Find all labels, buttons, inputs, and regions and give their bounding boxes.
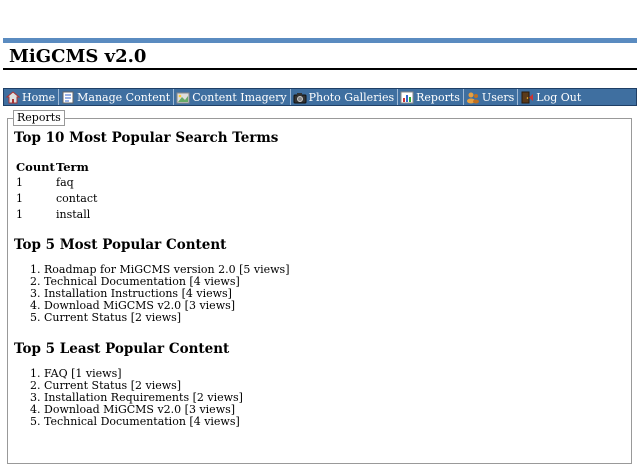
table-row: 1 contact (16, 190, 97, 206)
nav-photo-galleries-label: Photo Galleries (308, 90, 395, 104)
document-icon (61, 91, 75, 104)
nav-home-label: Home (22, 90, 56, 104)
users-icon (466, 91, 480, 104)
term-cell: faq (56, 175, 74, 189)
chart-icon (400, 91, 414, 104)
search-terms-heading: Top 10 Most Popular Search Terms (14, 130, 279, 146)
app-title: MiGCMS v2.0 (3, 43, 637, 70)
camera-icon (293, 91, 307, 104)
logout-icon (520, 91, 534, 104)
term-cell: install (56, 207, 91, 221)
main-nav: Home Manage Content Content Imagery Phot… (3, 88, 637, 106)
table-header-row: Count Term (16, 159, 97, 174)
nav-reports-label: Reports (416, 90, 460, 104)
nav-manage-content[interactable]: Manage Content (59, 89, 175, 105)
list-item: Current Status [2 views] (44, 312, 625, 324)
nav-content-imagery[interactable]: Content Imagery (174, 89, 291, 105)
count-cell: 1 (16, 207, 23, 221)
most-popular-heading: Top 5 Most Popular Content (14, 237, 227, 253)
nav-manage-content-label: Manage Content (77, 90, 171, 104)
panel-legend: Reports (13, 110, 65, 126)
table-row: 1 faq (16, 174, 97, 190)
least-popular-heading: Top 5 Least Popular Content (14, 341, 230, 357)
least-popular-list: FAQ [1 views] Current Status [2 views] I… (14, 368, 625, 428)
list-item: Technical Documentation [4 views] (44, 416, 625, 428)
nav-home[interactable]: Home (4, 89, 60, 105)
image-icon (176, 91, 190, 104)
term-cell: contact (56, 191, 98, 205)
nav-reports[interactable]: Reports (398, 89, 464, 105)
nav-users[interactable]: Users (464, 89, 519, 105)
top-space (0, 0, 640, 38)
reports-panel: Reports Top 10 Most Popular Search Terms… (7, 110, 632, 464)
reports-content: Top 10 Most Popular Search Terms Count T… (14, 129, 625, 428)
nav-photo-galleries[interactable]: Photo Galleries (291, 89, 399, 105)
nav-content-imagery-label: Content Imagery (192, 90, 287, 104)
table-row: 1 install (16, 206, 97, 222)
search-terms-table: Count Term 1 faq 1 contact 1 install (16, 159, 97, 222)
column-header-count: Count (16, 159, 55, 174)
count-cell: 1 (16, 175, 23, 189)
most-popular-list: Roadmap for MiGCMS version 2.0 [5 views]… (14, 264, 625, 324)
nav-log-out[interactable]: Log Out (518, 89, 584, 105)
count-cell: 1 (16, 191, 23, 205)
home-icon (5, 90, 21, 104)
nav-users-label: Users (481, 90, 515, 104)
column-header-term: Term (56, 159, 89, 174)
nav-log-out-label: Log Out (536, 90, 582, 104)
